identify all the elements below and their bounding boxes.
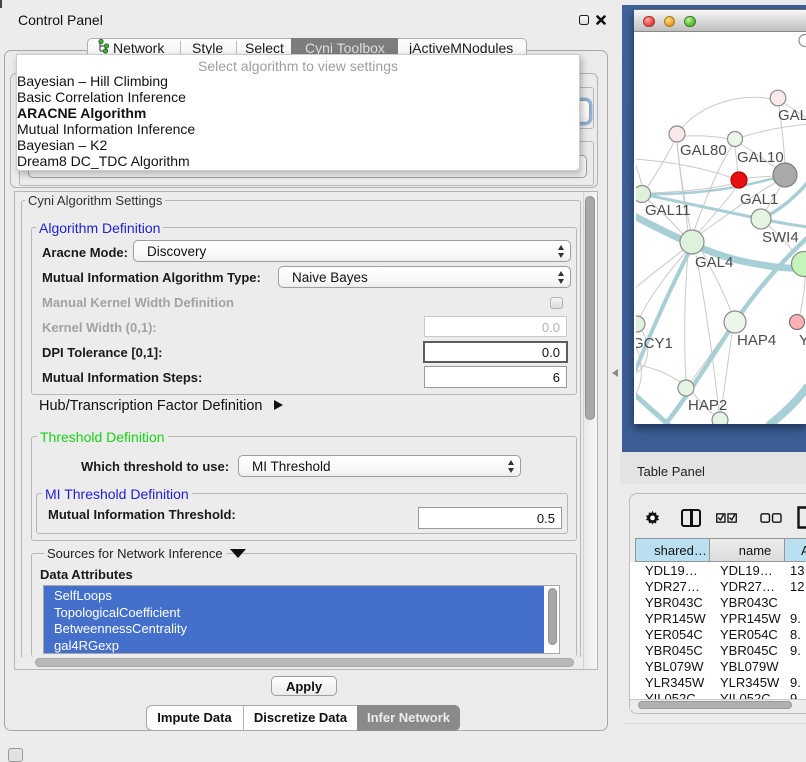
svg-text:GAL10: GAL10 [737, 149, 784, 166]
svg-text:GAL80: GAL80 [680, 142, 727, 159]
svg-text:SWI4: SWI4 [762, 229, 799, 246]
svg-text:Y: Y [799, 332, 806, 349]
svg-text:GAL1: GAL1 [740, 191, 778, 208]
svg-text:GAL: GAL [778, 107, 806, 124]
svg-text:GAL4: GAL4 [695, 254, 733, 271]
svg-text:HAP4: HAP4 [737, 332, 776, 349]
svg-text:GAL11: GAL11 [645, 202, 691, 219]
svg-text:GCY1: GCY1 [636, 335, 673, 352]
svg-text:HAP2: HAP2 [688, 397, 727, 414]
